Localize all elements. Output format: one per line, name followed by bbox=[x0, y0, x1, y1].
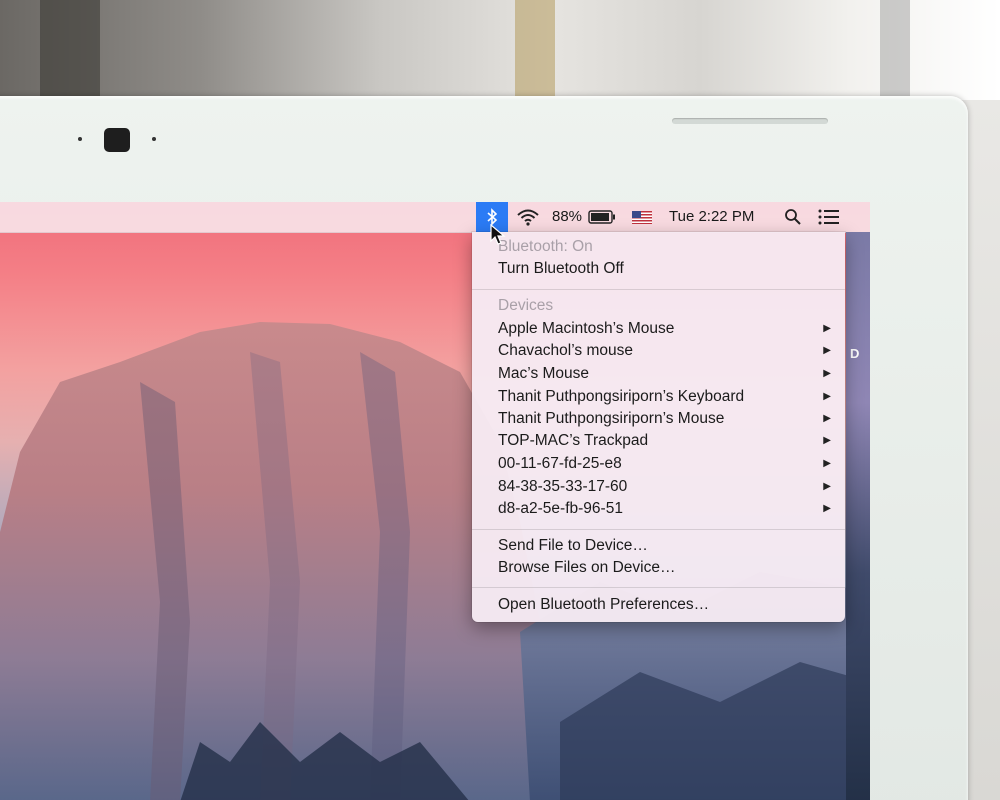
device-name: 00-11-67-fd-25-e8 bbox=[498, 455, 622, 472]
background-window: D bbox=[846, 232, 870, 800]
search-icon[interactable] bbox=[784, 202, 804, 232]
chevron-right-icon: ▶ bbox=[823, 503, 831, 514]
background-window-text: D bbox=[850, 346, 860, 361]
browse-files-item[interactable]: Browse Files on Device… bbox=[498, 557, 831, 579]
bezel-slot bbox=[672, 118, 828, 124]
bezel-dot bbox=[78, 137, 82, 141]
menu-separator bbox=[472, 587, 845, 588]
device-item[interactable]: Thanit Puthpongsiriporn’s Keyboard ▶ bbox=[498, 386, 831, 408]
chevron-right-icon: ▶ bbox=[823, 368, 831, 379]
wifi-icon[interactable] bbox=[516, 202, 540, 232]
menu-bar: 88% Tue 2:22 PM bbox=[0, 202, 870, 233]
chevron-right-icon: ▶ bbox=[823, 435, 831, 446]
menu-separator bbox=[472, 289, 845, 290]
background-room bbox=[0, 0, 1000, 110]
device-name: TOP-MAC’s Trackpad bbox=[498, 432, 649, 449]
list-icon[interactable] bbox=[818, 202, 842, 232]
mouse-cursor-icon bbox=[490, 224, 506, 245]
us-flag-icon[interactable] bbox=[632, 202, 654, 232]
bezel-dot bbox=[152, 137, 156, 141]
turn-bluetooth-off-item[interactable]: Turn Bluetooth Off bbox=[498, 258, 831, 280]
device-name: Chavachol’s mouse bbox=[498, 342, 633, 359]
send-file-item[interactable]: Send File to Device… bbox=[498, 535, 831, 557]
device-item[interactable]: Chavachol’s mouse ▶ bbox=[498, 340, 831, 362]
bluetooth-menu: Bluetooth: On Turn Bluetooth Off Devices… bbox=[472, 232, 845, 622]
bluetooth-status: Bluetooth: On bbox=[498, 238, 593, 255]
device-item[interactable]: 84-38-35-33-17-60 ▶ bbox=[498, 476, 831, 498]
device-name: Thanit Puthpongsiriporn’s Mouse bbox=[498, 410, 725, 427]
camera-icon bbox=[104, 128, 130, 152]
device-name: Apple Macintosh’s Mouse bbox=[498, 320, 675, 337]
device-name: Thanit Puthpongsiriporn’s Keyboard bbox=[498, 388, 745, 405]
battery-icon[interactable] bbox=[588, 202, 618, 232]
device-item[interactable]: d8-a2-5e-fb-96-51 ▶ bbox=[498, 498, 831, 520]
devices-header: Devices bbox=[498, 297, 554, 314]
chevron-right-icon: ▶ bbox=[823, 413, 831, 424]
chevron-right-icon: ▶ bbox=[823, 323, 831, 334]
open-bluetooth-preferences-item[interactable]: Open Bluetooth Preferences… bbox=[498, 594, 831, 616]
battery-percent[interactable]: 88% bbox=[552, 202, 582, 232]
menubar-clock[interactable]: Tue 2:22 PM bbox=[669, 202, 754, 232]
menu-separator bbox=[472, 529, 845, 530]
background-object bbox=[40, 0, 100, 110]
device-item[interactable]: 00-11-67-fd-25-e8 ▶ bbox=[498, 453, 831, 475]
chevron-right-icon: ▶ bbox=[823, 391, 831, 402]
device-name: Mac’s Mouse bbox=[498, 365, 590, 382]
chevron-right-icon: ▶ bbox=[823, 458, 831, 469]
device-name: d8-a2-5e-fb-96-51 bbox=[498, 500, 623, 517]
chevron-right-icon: ▶ bbox=[823, 481, 831, 492]
device-item[interactable]: Apple Macintosh’s Mouse ▶ bbox=[498, 318, 831, 340]
device-name: 84-38-35-33-17-60 bbox=[498, 478, 628, 495]
background-object bbox=[880, 0, 910, 110]
background-object bbox=[515, 0, 555, 110]
device-item[interactable]: Mac’s Mouse ▶ bbox=[498, 363, 831, 385]
device-item[interactable]: Thanit Puthpongsiriporn’s Mouse ▶ bbox=[498, 408, 831, 430]
chevron-right-icon: ▶ bbox=[823, 345, 831, 356]
device-item[interactable]: TOP-MAC’s Trackpad ▶ bbox=[498, 430, 831, 452]
